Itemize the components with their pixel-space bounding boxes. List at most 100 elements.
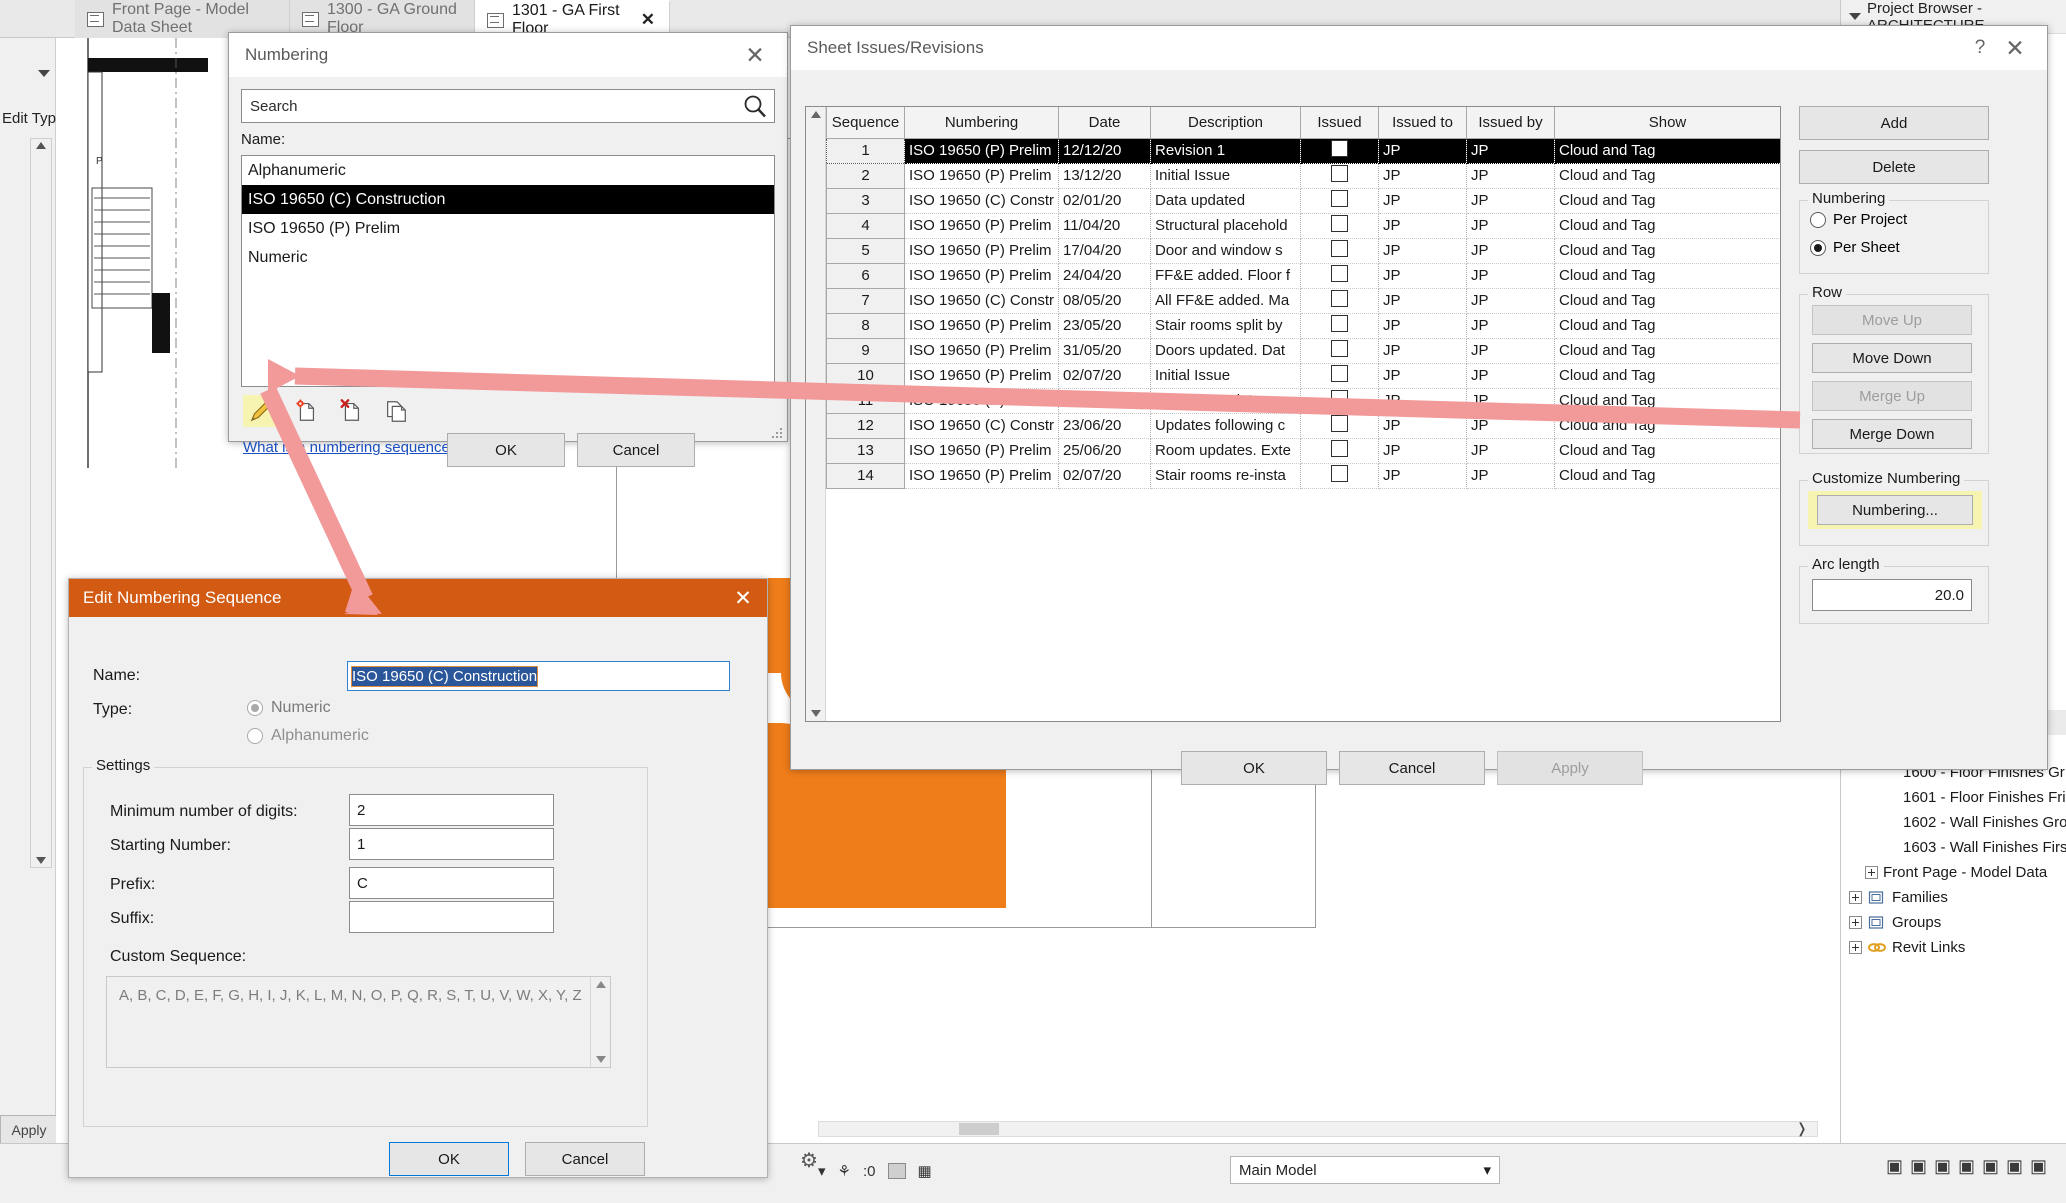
cell-numbering[interactable]: ISO 19650 (P) Prelim: [904, 313, 1059, 339]
cell-issued[interactable]: [1300, 163, 1379, 189]
cell-sequence[interactable]: 6: [826, 263, 905, 289]
numbering-sequence-list[interactable]: Alphanumeric ISO 19650 (C) Construction IS…: [241, 155, 775, 387]
table-row[interactable]: 3 ISO 19650 (C) Constr 02/01/20 Data update…: [826, 188, 1780, 214]
scroll-up-icon[interactable]: [811, 111, 821, 118]
table-row[interactable]: 14 ISO 19650 (P) Prelim 02/07/20 Stair room…: [826, 463, 1780, 489]
radio-icon[interactable]: [247, 700, 263, 716]
radio-alphanumeric[interactable]: Alphanumeric: [247, 727, 369, 745]
cell-description[interactable]: Structural placehold: [1150, 213, 1301, 239]
cell-issued-to[interactable]: JP: [1378, 288, 1467, 314]
edit-numbering-sequence-dialog[interactable]: Edit Numbering Sequence ✕ Name: ISO 1965…: [68, 578, 768, 1178]
cell-date[interactable]: 31/05/20: [1058, 338, 1151, 364]
cell-numbering[interactable]: ISO 19650 (C) Constr: [904, 188, 1059, 214]
cell-show[interactable]: Cloud and Tag: [1554, 388, 1780, 414]
cell-issued-by[interactable]: JP: [1466, 338, 1555, 364]
move-down-button[interactable]: Move Down: [1812, 343, 1972, 373]
expand-icon[interactable]: [1865, 866, 1878, 879]
issued-checkbox[interactable]: [1331, 290, 1348, 307]
tree-item[interactable]: Front Page - Model Data: [1841, 860, 2066, 885]
cell-numbering[interactable]: ISO 19650 (C) Constr: [904, 413, 1059, 439]
edit-type-button[interactable]: Edit Type: [0, 110, 64, 127]
cell-issued-to[interactable]: JP: [1378, 263, 1467, 289]
cell-description[interactable]: Stair rooms re-insta: [1150, 463, 1301, 489]
issued-checkbox[interactable]: [1331, 215, 1348, 232]
radio-per-project[interactable]: Per Project: [1810, 211, 1907, 228]
radio-icon[interactable]: [1810, 211, 1826, 228]
cell-issued-by[interactable]: JP: [1466, 438, 1555, 464]
column-header[interactable]: Description: [1150, 107, 1301, 139]
table-row[interactable]: 1 ISO 19650 (P) Prelim 12/12/20 Revision 1 J…: [826, 137, 1780, 164]
cell-date[interactable]: 08/05/20: [1058, 288, 1151, 314]
cell-issued-by[interactable]: JP: [1466, 213, 1555, 239]
revisions-table[interactable]: Sequence Numbering Date Description Issued Is…: [826, 107, 1780, 489]
cell-issued-by[interactable]: JP: [1466, 188, 1555, 214]
cell-sequence[interactable]: 1: [826, 137, 905, 164]
cell-issued-to[interactable]: JP: [1378, 188, 1467, 214]
cell-date[interactable]: 23/05/20: [1058, 313, 1151, 339]
close-icon[interactable]: ✕: [725, 586, 761, 611]
cell-date[interactable]: 12/12/20: [1058, 138, 1151, 164]
sheet-issues-ok-button[interactable]: OK: [1181, 751, 1327, 785]
edit-sequence-cancel-button[interactable]: Cancel: [525, 1142, 645, 1176]
arc-length-input[interactable]: 20.0: [1812, 579, 1972, 611]
cell-date[interactable]: 25/06/20: [1058, 438, 1151, 464]
cell-issued[interactable]: [1300, 388, 1379, 414]
cell-issued-to[interactable]: JP: [1378, 388, 1467, 414]
issued-checkbox[interactable]: [1331, 265, 1348, 282]
cell-show[interactable]: Cloud and Tag: [1554, 463, 1780, 489]
cell-date[interactable]: 24/04/20: [1058, 263, 1151, 289]
cell-show[interactable]: Cloud and Tag: [1554, 263, 1780, 289]
move-up-button[interactable]: Move Up: [1812, 305, 1972, 335]
search-input[interactable]: Search: [241, 89, 775, 123]
scroll-down-icon[interactable]: [36, 857, 46, 864]
new-sequence-icon[interactable]: [288, 395, 324, 427]
chevron-down-icon[interactable]: [38, 70, 50, 77]
cell-issued-by[interactable]: JP: [1466, 288, 1555, 314]
cell-issued-to[interactable]: JP: [1378, 338, 1467, 364]
table-row[interactable]: 2 ISO 19650 (P) Prelim 13/12/20 Initial Iss…: [826, 163, 1780, 189]
cell-description[interactable]: Initial Issue: [1150, 163, 1301, 189]
tree-item[interactable]: Revit Links: [1841, 935, 2066, 960]
edit-sequence-ok-button[interactable]: OK: [389, 1142, 509, 1176]
cell-issued-to[interactable]: JP: [1378, 363, 1467, 389]
close-icon[interactable]: ✕: [735, 38, 775, 72]
radio-numeric[interactable]: Numeric: [247, 699, 331, 717]
numbering-cancel-button[interactable]: Cancel: [577, 433, 695, 467]
cell-issued[interactable]: [1300, 413, 1379, 439]
edit-pencil-icon[interactable]: [243, 395, 279, 427]
numbering-dialog[interactable]: Numbering ✕ Search Name: Alphanumeric ISO…: [228, 32, 788, 467]
scroll-right-icon[interactable]: ❭: [1796, 1120, 1808, 1137]
issued-checkbox[interactable]: [1331, 440, 1348, 457]
table-row[interactable]: 6 ISO 19650 (P) Prelim 24/04/20 FF&E added.…: [826, 263, 1780, 289]
custom-sequence-scrollbar[interactable]: [590, 977, 610, 1067]
column-header[interactable]: Show: [1554, 107, 1780, 139]
cell-description[interactable]: Stair rooms split by: [1150, 313, 1301, 339]
cell-show[interactable]: Cloud and Tag: [1554, 163, 1780, 189]
numbering-list-item[interactable]: ISO 19650 (P) Prelim: [242, 214, 774, 243]
cell-numbering[interactable]: ISO 19650 (P) Prelim: [904, 338, 1059, 364]
cell-issued-to[interactable]: JP: [1378, 213, 1467, 239]
expand-icon[interactable]: [1849, 891, 1862, 904]
sheet-issues-cancel-button[interactable]: Cancel: [1339, 751, 1485, 785]
cell-issued-to[interactable]: JP: [1378, 313, 1467, 339]
column-header[interactable]: Issued: [1300, 107, 1379, 139]
table-row[interactable]: 11 ISO 19650 (P) Prelim 18/06/20 Updates to…: [826, 388, 1780, 414]
cell-issued[interactable]: [1300, 213, 1379, 239]
cell-date[interactable]: 02/07/20: [1058, 363, 1151, 389]
resize-grip-icon[interactable]: [772, 426, 784, 438]
duplicate-sequence-icon[interactable]: [378, 395, 414, 427]
tree-item[interactable]: Groups: [1841, 910, 2066, 935]
cell-description[interactable]: Initial Issue: [1150, 363, 1301, 389]
cell-sequence[interactable]: 7: [826, 288, 905, 314]
cell-show[interactable]: Cloud and Tag: [1554, 413, 1780, 439]
radio-icon[interactable]: [247, 728, 263, 744]
cell-sequence[interactable]: 10: [826, 363, 905, 389]
issued-checkbox[interactable]: [1331, 240, 1348, 257]
cell-issued-by[interactable]: JP: [1466, 313, 1555, 339]
add-button[interactable]: Add: [1799, 106, 1989, 140]
properties-scrollbar[interactable]: [30, 138, 52, 868]
cell-issued-to[interactable]: JP: [1378, 238, 1467, 264]
cell-issued[interactable]: [1300, 138, 1379, 164]
cell-numbering[interactable]: ISO 19650 (P) Prelim: [904, 438, 1059, 464]
cell-issued[interactable]: [1300, 463, 1379, 489]
